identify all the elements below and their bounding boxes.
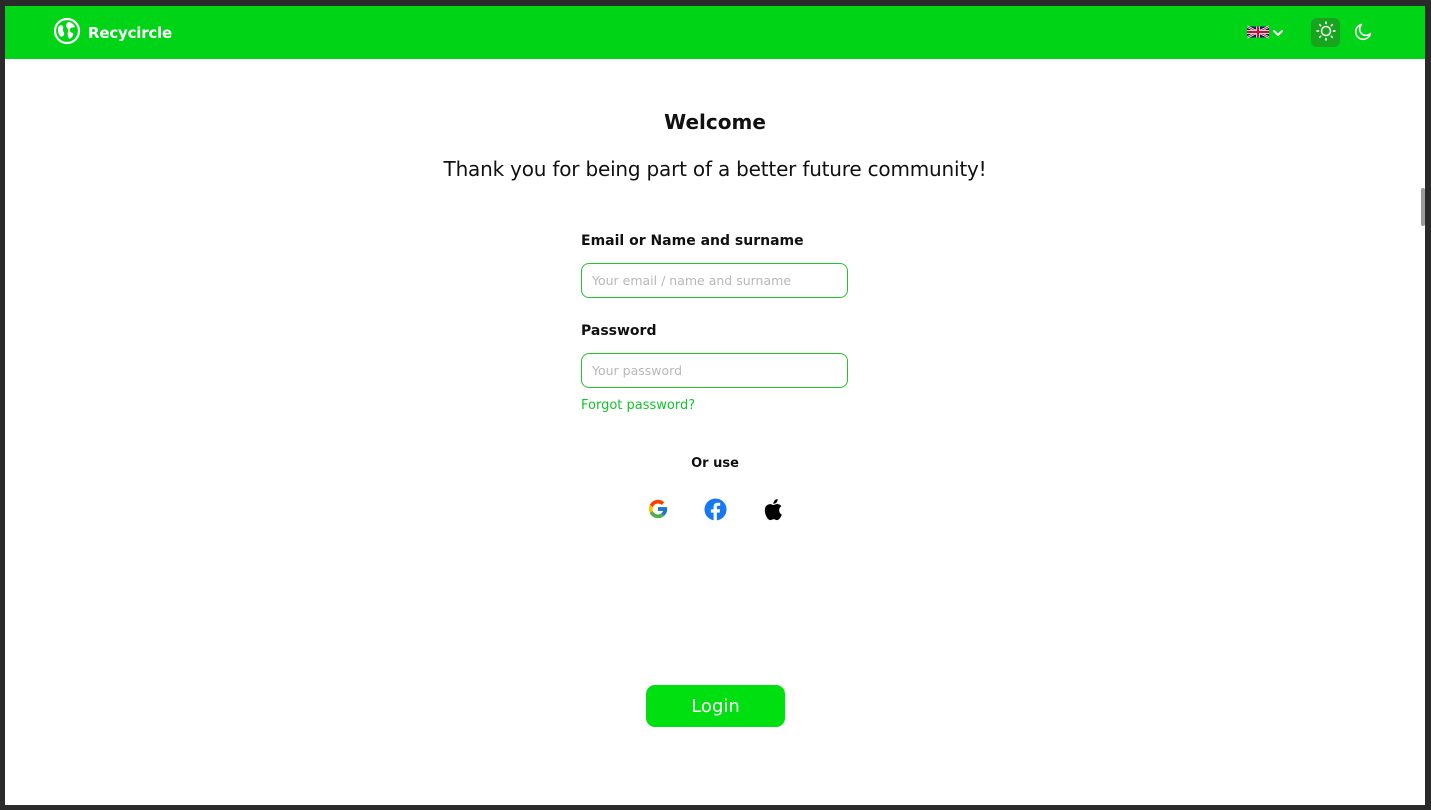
login-button[interactable]: Login	[646, 685, 785, 727]
scrollbar-thumb[interactable]	[1421, 188, 1425, 226]
uk-flag-icon	[1246, 24, 1270, 43]
page-title: Welcome	[664, 110, 766, 134]
password-input[interactable]	[581, 353, 848, 388]
dark-theme-button[interactable]	[1350, 19, 1378, 47]
top-navbar: Recycircle	[5, 6, 1425, 59]
apple-icon	[762, 498, 783, 525]
forgot-password-link[interactable]: Forgot password?	[581, 398, 695, 413]
light-theme-button[interactable]	[1311, 18, 1340, 47]
sun-icon	[1315, 20, 1336, 45]
brand-logo-link[interactable]: Recycircle	[53, 17, 173, 49]
or-use-label: Or use	[691, 456, 739, 471]
app-window: Recycircle Welcome Thank you for being p…	[5, 6, 1425, 805]
apple-login-button[interactable]	[760, 498, 784, 525]
google-icon	[647, 498, 669, 524]
language-selector[interactable]	[1246, 24, 1284, 43]
brand-name: Recycircle	[88, 24, 173, 42]
globe-icon	[53, 17, 81, 49]
facebook-login-button[interactable]	[703, 497, 727, 525]
moon-icon	[1353, 20, 1375, 46]
facebook-icon	[703, 497, 727, 525]
email-input[interactable]	[581, 263, 848, 298]
password-label: Password	[581, 323, 657, 339]
email-label: Email or Name and surname	[581, 233, 804, 249]
google-login-button[interactable]	[646, 499, 670, 523]
chevron-down-icon	[1272, 24, 1284, 43]
page-subtitle: Thank you for being part of a better fut…	[443, 157, 987, 181]
